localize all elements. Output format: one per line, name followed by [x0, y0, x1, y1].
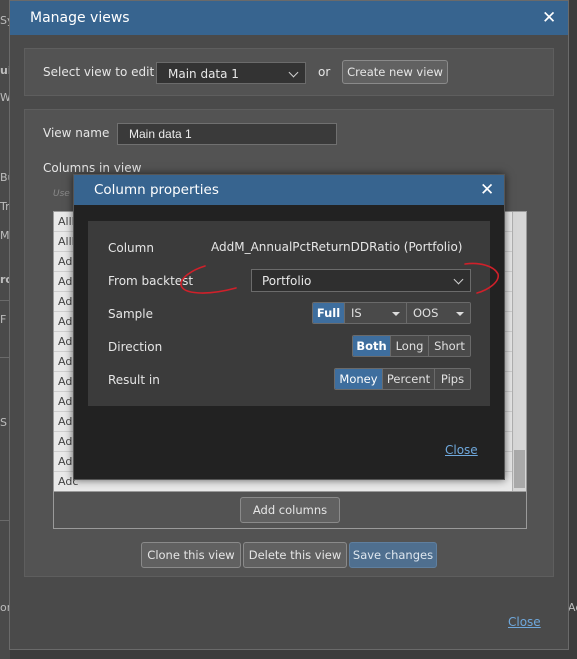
annotation-stroke	[180, 265, 237, 294]
red-annotation-marks	[180, 262, 499, 294]
annotation-stroke	[464, 262, 499, 294]
